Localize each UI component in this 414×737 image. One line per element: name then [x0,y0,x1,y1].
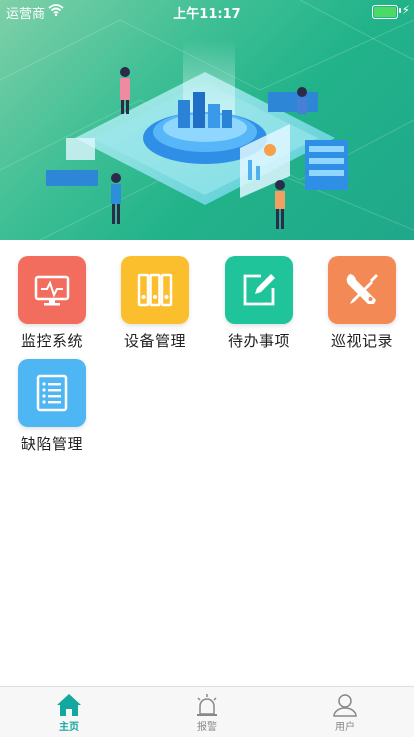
tab-label: 报警 [197,722,217,733]
alarm-icon [197,694,217,716]
user-icon [333,694,357,717]
list-document-icon [36,374,68,412]
defects-icon-box [18,359,86,427]
tab-home[interactable]: 主页 [0,687,138,737]
grid-item-label: 监控系统 [20,332,83,350]
home-icon [57,694,81,716]
inspection-icon-box [328,256,396,324]
clock-time: 上午11:17 [173,7,241,22]
data-center-illustration [0,0,414,240]
monitoring-icon-box [18,256,86,324]
bottom-tab-bar: 主页 报警 用户 [0,686,414,737]
grid-item-monitoring[interactable]: 监控系统 [8,256,96,351]
tab-user[interactable]: 用户 [276,687,414,737]
grid-item-label: 巡视记录 [330,332,393,350]
edit-icon [243,274,275,306]
binders-icon [137,273,173,307]
battery-icon [372,5,398,19]
grid-item-todo[interactable]: 待办事项 [215,256,303,351]
grid-item-inspection[interactable]: 巡视记录 [318,256,406,351]
monitor-icon [34,275,70,306]
todo-icon-box [225,256,293,324]
grid-item-label: 设备管理 [123,332,186,350]
charging-bolt-icon: ⚡ [401,3,410,17]
tab-label: 用户 [335,722,355,733]
grid-item-label: 缺陷管理 [20,435,83,453]
grid-item-equipment[interactable]: 设备管理 [111,256,199,351]
hero-banner: 运营商 上午11:17 ⚡ [0,0,414,240]
grid-item-defects[interactable]: 缺陷管理 [8,359,96,454]
grid-item-label: 待办事项 [227,332,290,350]
equipment-icon-box [121,256,189,324]
tab-label: 主页 [59,722,79,733]
tools-icon [346,274,378,304]
tab-alarm[interactable]: 报警 [138,687,276,737]
status-bar: 运营商 上午11:17 ⚡ [0,0,414,22]
